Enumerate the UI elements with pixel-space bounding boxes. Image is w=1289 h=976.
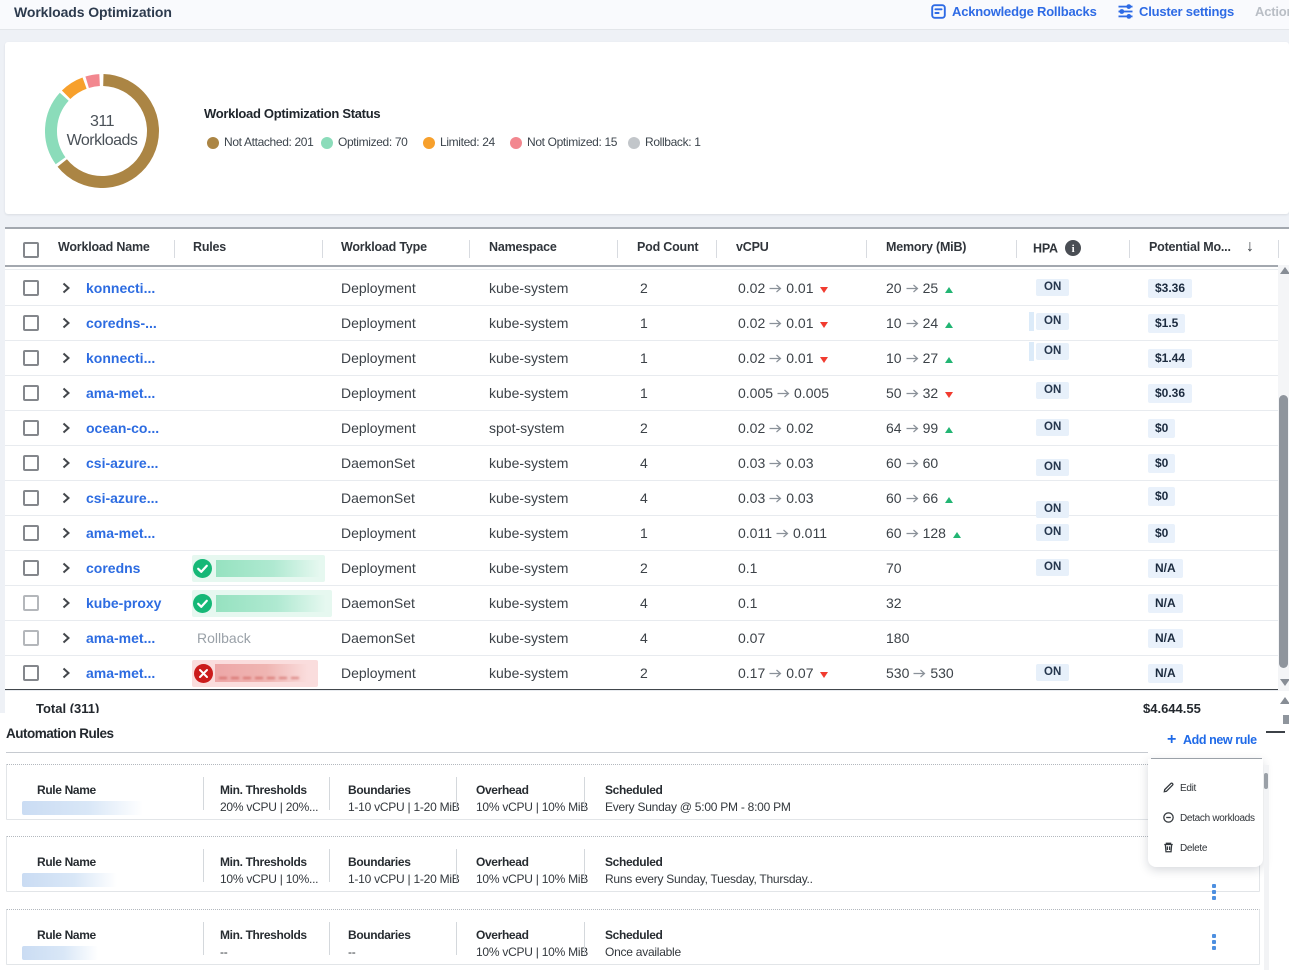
svg-text:i: i — [1071, 243, 1074, 255]
